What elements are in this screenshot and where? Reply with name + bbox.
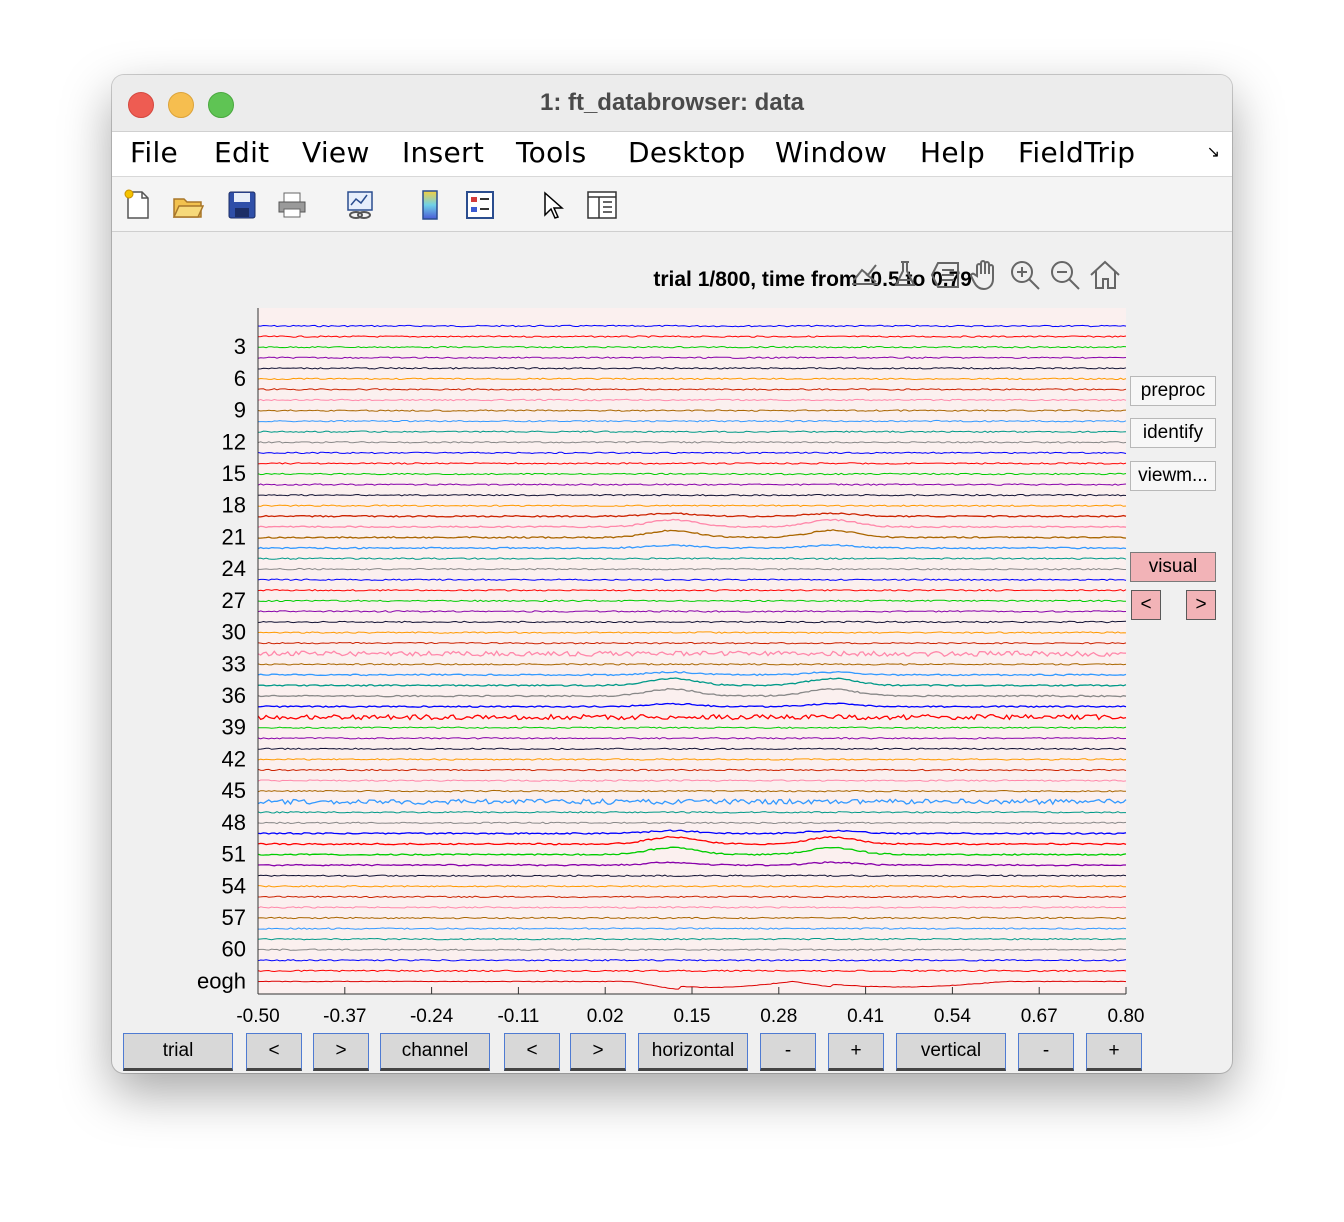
x-tick-label: 0.80 bbox=[1108, 1006, 1145, 1027]
title-bar: 1: ft_databrowser: data bbox=[112, 75, 1232, 132]
y-tick-label: 15 bbox=[222, 461, 246, 486]
x-tick-label: 0.67 bbox=[1021, 1006, 1058, 1027]
y-tick-label: 30 bbox=[222, 620, 246, 645]
toolbar bbox=[112, 177, 1232, 232]
save-icon[interactable] bbox=[226, 189, 258, 221]
vertical-button[interactable]: vertical bbox=[896, 1033, 1006, 1071]
x-tick-label: 0.41 bbox=[847, 1006, 884, 1027]
link-plot-icon[interactable] bbox=[344, 189, 376, 221]
print-icon[interactable] bbox=[276, 189, 308, 221]
menu-window[interactable]: Window bbox=[775, 136, 887, 169]
menu-file[interactable]: File bbox=[130, 136, 178, 169]
y-tick-label: 18 bbox=[222, 493, 246, 518]
y-tick-label: 12 bbox=[222, 429, 246, 454]
identify-button[interactable]: identify bbox=[1130, 418, 1216, 448]
artifact-next-button[interactable]: > bbox=[1186, 590, 1216, 620]
preproc-button[interactable]: preproc bbox=[1130, 376, 1216, 406]
viewmode-button[interactable]: viewm... bbox=[1130, 461, 1216, 491]
x-tick-label: 0.02 bbox=[587, 1006, 624, 1027]
colorbar-icon[interactable] bbox=[414, 189, 446, 221]
trial-button[interactable]: trial bbox=[123, 1033, 233, 1071]
y-tick-label: 48 bbox=[222, 810, 246, 835]
y-tick-label: 57 bbox=[222, 905, 246, 930]
horizontal-button[interactable]: horizontal bbox=[638, 1033, 748, 1071]
app-window: 1: ft_databrowser: data File Edit View I… bbox=[112, 75, 1232, 1073]
legend-icon[interactable] bbox=[464, 189, 496, 221]
horizontal-minus-button[interactable]: - bbox=[760, 1033, 816, 1071]
trial-prev-button[interactable]: < bbox=[246, 1033, 302, 1071]
x-tick-label: -0.37 bbox=[323, 1006, 366, 1027]
open-folder-icon[interactable] bbox=[172, 189, 204, 221]
menu-bar: File Edit View Insert Tools Desktop Wind… bbox=[112, 132, 1232, 177]
vertical-minus-button[interactable]: - bbox=[1018, 1033, 1074, 1071]
menu-dock-icon[interactable]: ↘ bbox=[1207, 142, 1220, 162]
x-tick-label: 0.15 bbox=[674, 1006, 711, 1027]
vertical-plus-button[interactable]: + bbox=[1086, 1033, 1142, 1071]
x-tick-label: 0.28 bbox=[760, 1006, 797, 1027]
x-tick-label: -0.24 bbox=[410, 1006, 454, 1027]
y-tick-label: 33 bbox=[222, 651, 246, 676]
channel-button[interactable]: channel bbox=[380, 1033, 490, 1071]
menu-insert[interactable]: Insert bbox=[402, 136, 484, 169]
legend-toggle-icon[interactable] bbox=[928, 258, 962, 292]
y-tick-label: 24 bbox=[222, 556, 246, 581]
artifact-prev-button[interactable]: < bbox=[1131, 590, 1161, 620]
y-tick-label: 60 bbox=[222, 937, 246, 962]
property-inspector-icon[interactable] bbox=[586, 189, 618, 221]
menu-fieldtrip[interactable]: FieldTrip bbox=[1018, 136, 1135, 169]
visual-button[interactable]: visual bbox=[1130, 552, 1216, 582]
menu-help[interactable]: Help bbox=[920, 136, 985, 169]
window-title: 1: ft_databrowser: data bbox=[539, 89, 805, 116]
menu-view[interactable]: View bbox=[302, 136, 370, 169]
zoom-out-icon[interactable] bbox=[1048, 258, 1082, 292]
x-tick-label: -0.50 bbox=[236, 1006, 279, 1027]
y-tick-label: 6 bbox=[234, 366, 246, 391]
x-tick-label: -0.11 bbox=[497, 1006, 539, 1027]
y-tick-label: 51 bbox=[222, 842, 246, 867]
channel-prev-button[interactable]: < bbox=[504, 1033, 560, 1071]
data-tip-icon[interactable] bbox=[888, 258, 922, 292]
figure-canvas: trial 1/800, time from -0.5 to 0.79 -0.5… bbox=[112, 232, 1232, 1073]
y-tick-label: 21 bbox=[222, 524, 246, 549]
y-tick-label: 27 bbox=[222, 588, 246, 613]
y-tick-label: 45 bbox=[222, 778, 246, 803]
pan-hand-icon[interactable] bbox=[968, 258, 1002, 292]
plot-title: trial 1/800, time from -0.5 to 0.79 bbox=[653, 268, 972, 291]
y-tick-label: 54 bbox=[222, 873, 246, 898]
menu-tools[interactable]: Tools bbox=[516, 136, 586, 169]
new-file-icon[interactable] bbox=[122, 189, 154, 221]
brush-edit-icon[interactable] bbox=[848, 258, 882, 292]
y-tick-label: 3 bbox=[234, 334, 246, 359]
eeg-axes[interactable]: -0.50 -0.37 -0.24 -0.11 0.02 0.15 0.28 0.41 0.54… bbox=[112, 294, 1144, 1056]
pointer-icon[interactable] bbox=[536, 189, 568, 221]
y-tick-label: 9 bbox=[234, 398, 246, 423]
y-tick-label: 42 bbox=[222, 746, 246, 771]
home-icon[interactable] bbox=[1088, 258, 1122, 292]
y-tick-label: eogh bbox=[197, 968, 246, 993]
menu-edit[interactable]: Edit bbox=[214, 136, 269, 169]
channel-next-button[interactable]: > bbox=[570, 1033, 626, 1071]
menu-desktop[interactable]: Desktop bbox=[628, 136, 746, 169]
trial-next-button[interactable]: > bbox=[313, 1033, 369, 1071]
y-tick-label: 39 bbox=[222, 715, 246, 740]
y-tick-label: 36 bbox=[222, 683, 246, 708]
x-tick-label: 0.54 bbox=[934, 1006, 971, 1027]
horizontal-plus-button[interactable]: + bbox=[828, 1033, 884, 1071]
zoom-in-icon[interactable] bbox=[1008, 258, 1042, 292]
